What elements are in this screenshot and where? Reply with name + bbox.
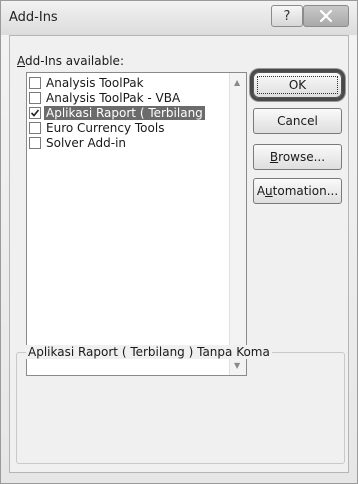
browse-accelerator: B	[269, 150, 279, 164]
list-item-solver-add-in[interactable]: Solver Add-in	[29, 135, 229, 150]
vertical-scrollbar[interactable]: ▲ ▼	[229, 73, 246, 375]
checkbox[interactable]	[29, 136, 41, 149]
checkbox[interactable]	[29, 76, 41, 89]
description-title: Aplikasi Raport ( Terbilang ) Tanpa Koma	[26, 345, 272, 359]
ok-button[interactable]: OK	[253, 72, 342, 98]
list-item-label: Analysis ToolPak	[46, 75, 144, 90]
scroll-up-icon[interactable]: ▲	[234, 78, 240, 87]
title-bar[interactable]: Add-Ins ?	[1, 1, 357, 35]
close-button[interactable]	[303, 5, 349, 27]
add-ins-available-label: Add-Ins available:	[17, 54, 124, 68]
browse-button[interactable]: Browse...	[253, 144, 342, 170]
list-item-analysis-toolpak[interactable]: Analysis ToolPak	[29, 75, 229, 90]
list-item-aplikasi-raport[interactable]: Aplikasi Raport ( Terbilang	[29, 105, 229, 120]
add-ins-list: Analysis ToolPak Analysis ToolPak - VBA …	[29, 75, 229, 150]
list-item-euro-currency-tools[interactable]: Euro Currency Tools	[29, 120, 229, 135]
checkmark-icon	[30, 108, 40, 117]
cancel-button-label: Cancel	[277, 114, 318, 128]
window-title: Add-Ins	[9, 10, 58, 25]
add-ins-label-text: dd-Ins available:	[25, 54, 124, 68]
browse-button-label: rowse...	[278, 150, 326, 164]
list-item-label: Euro Currency Tools	[46, 120, 165, 135]
list-item-label: Solver Add-in	[46, 135, 127, 150]
checkbox[interactable]	[29, 91, 41, 104]
list-item-label: Aplikasi Raport ( Terbilang	[44, 105, 205, 120]
dialog-client-area: Add-Ins available: Analysis ToolPak Anal…	[9, 35, 349, 473]
add-ins-label-accelerator: A	[17, 54, 25, 68]
list-item-analysis-toolpak-vba[interactable]: Analysis ToolPak - VBA	[29, 90, 229, 105]
checkbox[interactable]	[29, 106, 41, 119]
help-button[interactable]: ?	[271, 5, 303, 27]
automation-label-prefix: A	[256, 184, 266, 198]
add-ins-listbox[interactable]: Analysis ToolPak Analysis ToolPak - VBA …	[26, 72, 247, 376]
list-item-label: Analysis ToolPak - VBA	[46, 90, 181, 105]
cancel-button[interactable]: Cancel	[253, 108, 342, 134]
close-icon	[320, 10, 332, 22]
description-groupbox	[16, 352, 345, 464]
focus-rectangle	[257, 76, 338, 94]
automation-button-label: tomation...	[272, 184, 339, 198]
automation-accelerator: u	[265, 184, 273, 198]
help-icon: ?	[283, 8, 291, 24]
add-ins-dialog: Add-Ins ? Add-Ins available: Analysis To…	[0, 0, 358, 484]
checkbox[interactable]	[29, 121, 41, 134]
automation-button[interactable]: Au tomation...	[253, 178, 342, 204]
